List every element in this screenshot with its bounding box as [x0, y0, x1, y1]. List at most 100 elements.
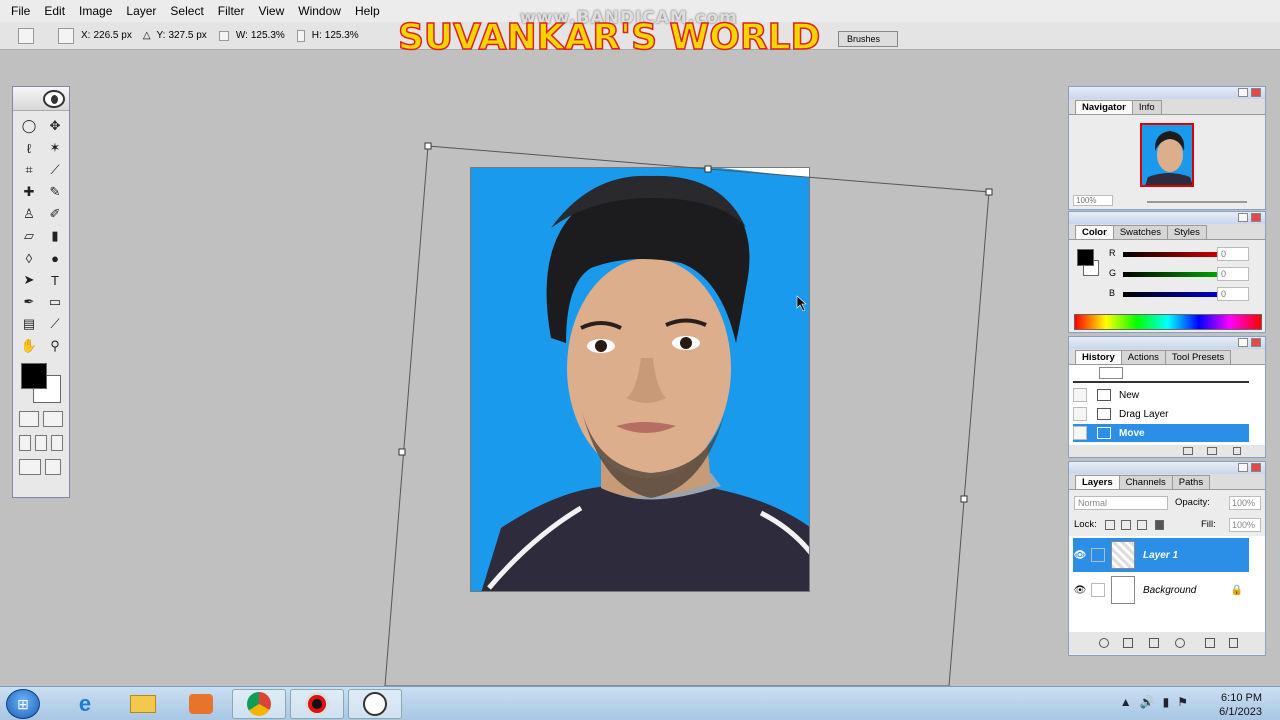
lock-all-icon[interactable] — [1155, 520, 1164, 530]
close-icon[interactable] — [1251, 88, 1261, 97]
green-value[interactable]: 0 — [1217, 267, 1249, 281]
history-item-label: Move — [1119, 427, 1145, 439]
opacity-field[interactable]: 100% — [1229, 496, 1261, 510]
brushes-tab[interactable]: Brushes — [838, 31, 898, 47]
navigator-thumbnail[interactable] — [1140, 123, 1194, 187]
tab-info[interactable]: Info — [1131, 100, 1162, 114]
lock-transparency-icon[interactable] — [1105, 520, 1115, 530]
link-icon[interactable] — [296, 29, 305, 42]
h-field[interactable]: 125.3% — [325, 30, 359, 41]
tab-swatches[interactable]: Swatches — [1112, 225, 1168, 239]
navigator-zoom-slider[interactable] — [1147, 201, 1247, 203]
history-checkbox[interactable] — [1073, 388, 1087, 402]
minimize-icon[interactable] — [1238, 463, 1248, 472]
transform-handle[interactable] — [704, 165, 712, 173]
taskbar-app-chrome[interactable] — [232, 689, 286, 719]
lock-position-icon[interactable] — [1137, 520, 1147, 530]
red-label: R — [1109, 248, 1116, 258]
y-field[interactable]: 327.5 px — [168, 30, 206, 41]
layer-mask-icon[interactable] — [1123, 638, 1133, 648]
transform-handle[interactable] — [398, 448, 406, 456]
canvas-area[interactable] — [0, 50, 1066, 686]
menu-select[interactable]: Select — [163, 4, 210, 18]
minimize-icon[interactable] — [1238, 338, 1248, 347]
w-field[interactable]: 125.3% — [251, 30, 285, 41]
taskbar-app-bandicam[interactable] — [290, 689, 344, 719]
new-layer-icon[interactable] — [1205, 638, 1215, 648]
taskbar-app-explorer[interactable] — [116, 689, 170, 719]
adjustment-layer-icon[interactable] — [1175, 638, 1185, 648]
menu-help[interactable]: Help — [348, 4, 387, 18]
delete-layer-icon[interactable] — [1229, 638, 1238, 648]
visibility-eye-icon[interactable]: 👁 — [1073, 550, 1087, 561]
history-checkbox[interactable] — [1073, 407, 1087, 421]
taskbar-app-ie[interactable]: e — [58, 689, 112, 719]
volume-icon[interactable]: 🔊 — [1140, 695, 1155, 709]
history-footer — [1069, 445, 1265, 457]
transform-handle[interactable] — [960, 495, 968, 503]
photoshop-eye-icon — [363, 692, 387, 716]
lock-label: Lock: — [1074, 519, 1097, 530]
menu-file[interactable]: File — [4, 4, 37, 18]
move-tool-preset-icon[interactable] — [18, 27, 34, 44]
history-item-active[interactable]: Move — [1073, 424, 1249, 442]
snapshot-icon[interactable] — [1207, 447, 1217, 455]
taskbar-app-media[interactable] — [174, 689, 228, 719]
color-spectrum-bar[interactable] — [1074, 314, 1262, 330]
transform-handle[interactable] — [424, 142, 432, 150]
layer-link-icon[interactable] — [1091, 583, 1105, 597]
start-button[interactable]: ⊞ — [6, 689, 40, 719]
taskbar-app-photoshop[interactable] — [348, 689, 402, 719]
system-clock[interactable]: 6:10 PM 6/1/2023 — [1219, 691, 1262, 719]
transform-handle[interactable] — [985, 188, 993, 196]
blend-mode-select[interactable]: Normal — [1074, 496, 1168, 510]
network-icon[interactable]: ▮ — [1163, 695, 1170, 709]
blue-value[interactable]: 0 — [1217, 287, 1249, 301]
reference-point-icon[interactable] — [58, 27, 74, 44]
tab-tool-presets[interactable]: Tool Presets — [1164, 350, 1232, 364]
layer-row-active[interactable]: 👁 Layer 1 — [1073, 538, 1249, 572]
menu-view[interactable]: View — [251, 4, 291, 18]
close-icon[interactable] — [1251, 213, 1261, 222]
tab-channels[interactable]: Channels — [1118, 475, 1173, 489]
delta-icon: △ — [142, 30, 151, 41]
tray-arrow-icon[interactable]: ▲ — [1120, 695, 1132, 709]
layer-style-icon[interactable] — [1099, 638, 1109, 648]
fill-label: Fill: — [1201, 519, 1216, 530]
fill-field[interactable]: 100% — [1229, 518, 1261, 532]
red-value[interactable]: 0 — [1217, 247, 1249, 261]
tab-layers[interactable]: Layers — [1075, 475, 1120, 489]
visibility-eye-icon[interactable]: 👁 — [1073, 585, 1087, 596]
color-fg-swatch[interactable] — [1077, 249, 1094, 266]
menu-filter[interactable]: Filter — [211, 4, 252, 18]
navigator-zoom-field[interactable]: 100% — [1073, 195, 1113, 206]
close-icon[interactable] — [1251, 338, 1261, 347]
tab-history[interactable]: History — [1075, 350, 1122, 364]
lock-icon: 🔒 — [1230, 584, 1243, 596]
tab-paths[interactable]: Paths — [1171, 475, 1211, 489]
history-item[interactable]: Drag Layer — [1073, 405, 1249, 423]
minimize-icon[interactable] — [1238, 88, 1248, 97]
menu-image[interactable]: Image — [72, 4, 119, 18]
menu-layer[interactable]: Layer — [119, 4, 163, 18]
layer-set-icon[interactable] — [1149, 638, 1159, 648]
minimize-icon[interactable] — [1238, 213, 1248, 222]
close-icon[interactable] — [1251, 463, 1261, 472]
history-checkbox[interactable] — [1073, 426, 1087, 440]
lock-pixels-icon[interactable] — [1121, 520, 1131, 530]
history-item[interactable]: New — [1073, 386, 1249, 404]
trash-icon[interactable] — [1233, 447, 1241, 455]
layer-link-icon[interactable] — [1091, 548, 1105, 562]
menu-window[interactable]: Window — [291, 4, 348, 18]
tab-actions[interactable]: Actions — [1120, 350, 1166, 364]
tab-styles[interactable]: Styles — [1167, 225, 1207, 239]
free-transform-box[interactable] — [0, 50, 1066, 686]
tab-navigator[interactable]: Navigator — [1075, 100, 1133, 114]
tab-color[interactable]: Color — [1075, 225, 1114, 239]
layer-row[interactable]: 👁 Background 🔒 — [1073, 573, 1249, 607]
action-center-icon[interactable]: ⚑ — [1177, 695, 1188, 709]
menu-edit[interactable]: Edit — [37, 4, 72, 18]
snapshot-thumbnail[interactable] — [1099, 367, 1123, 379]
x-field[interactable]: 226.5 px — [93, 30, 131, 41]
new-document-icon[interactable] — [1183, 447, 1193, 455]
